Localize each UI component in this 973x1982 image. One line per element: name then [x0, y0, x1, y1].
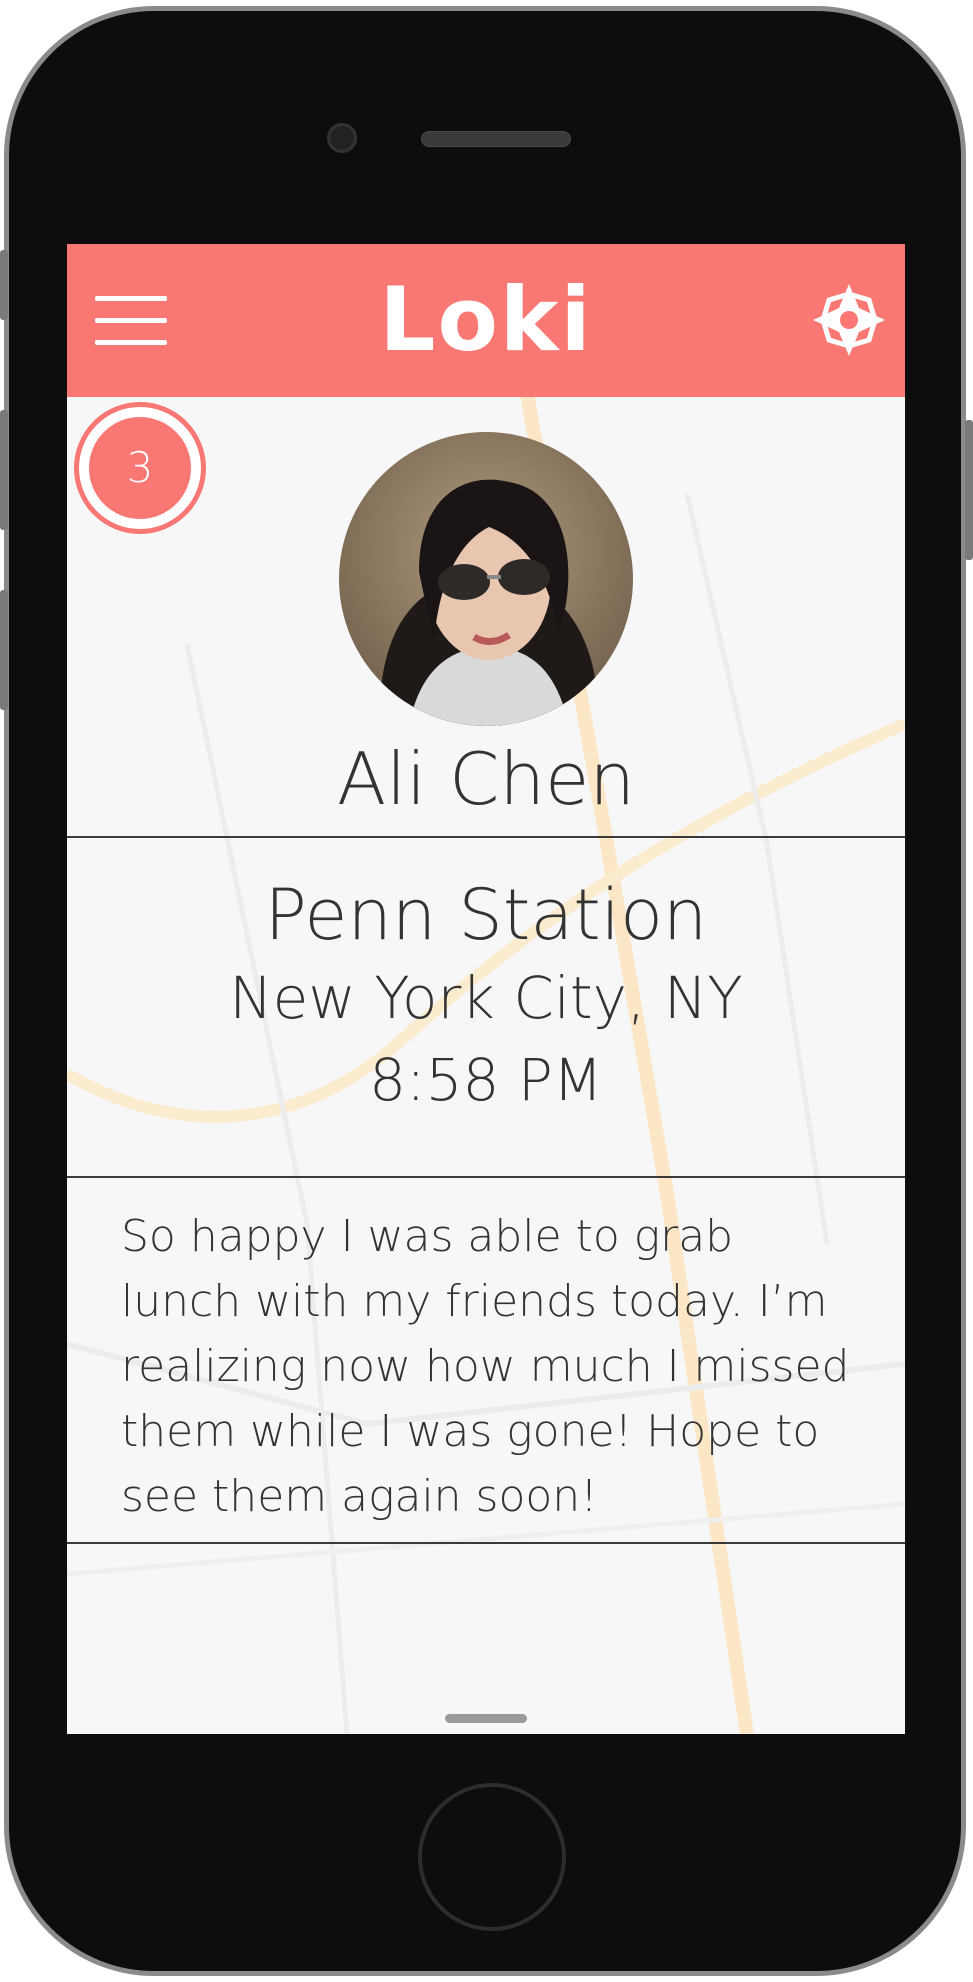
post-time: 8:58 PM — [369, 1046, 603, 1114]
home-button[interactable] — [418, 1783, 566, 1931]
app-screen: Loki 3 Ali Chen Penn Station New York Ci… — [67, 244, 905, 1734]
avatar[interactable] — [339, 432, 633, 726]
profile-name: Ali Chen — [337, 737, 635, 821]
notification-counter[interactable]: 3 — [74, 402, 206, 534]
divider — [67, 1176, 905, 1178]
avatar-image — [339, 432, 633, 726]
location-place: Penn Station — [264, 874, 708, 956]
volume-down-button — [0, 590, 8, 710]
divider — [67, 1542, 905, 1544]
compass-star-icon[interactable] — [809, 280, 889, 360]
location-city: New York City, NY — [229, 964, 743, 1032]
app-header: Loki — [67, 244, 905, 397]
mute-switch — [0, 250, 8, 320]
volume-up-button — [0, 410, 8, 530]
counter-value: 3 — [89, 417, 191, 519]
app-title: Loki — [379, 268, 593, 371]
drag-handle[interactable] — [445, 1714, 527, 1723]
location-block: Penn Station New York City, NY 8:58 PM — [67, 874, 905, 1120]
post-text: So happy I was able to grab lunch with m… — [121, 1211, 850, 1522]
power-button — [965, 420, 973, 560]
earpiece-speaker — [421, 131, 571, 147]
front-camera — [327, 123, 357, 153]
divider — [67, 836, 905, 838]
